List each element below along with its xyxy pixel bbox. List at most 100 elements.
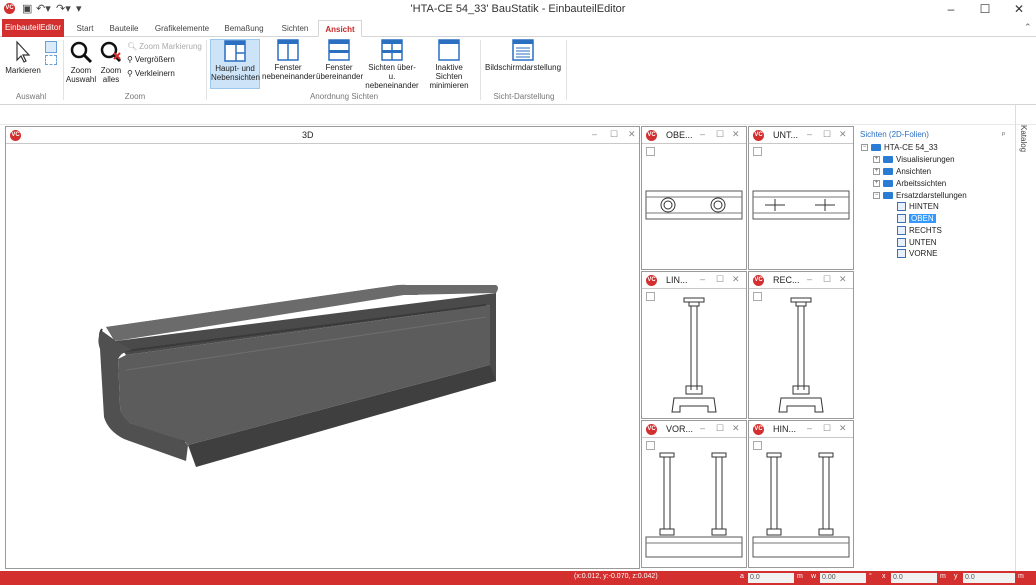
pane-links[interactable]: VC LIN... – ☐ ✕ (641, 271, 747, 419)
tree-sheet-label: RECHTS (909, 226, 942, 235)
pane-close-icon[interactable]: ✕ (628, 129, 636, 140)
tab-bemassung[interactable]: Bemaßung (220, 20, 268, 37)
tree-sheet-vorne[interactable]: VORNE (897, 249, 937, 258)
pane-minimize-icon[interactable]: – (807, 274, 812, 284)
pane-3d[interactable]: VC 3D – ☐ ✕ (5, 126, 640, 569)
pane-maximize-icon[interactable]: ☐ (716, 423, 724, 434)
title-bar: VC ▣ ↶▾ ↷▾ ▾ 'HTA-CE 54_33' BauStatik - … (0, 0, 1036, 18)
pane-unten[interactable]: VC UNT... – ☐ ✕ (748, 126, 854, 270)
field-y-input[interactable]: 0.0 (963, 573, 1015, 583)
expand-icon[interactable]: + (873, 180, 880, 187)
haupt-label-2: Nebensichten (211, 73, 260, 82)
tree-sheet-label: HINTEN (909, 202, 939, 211)
bildschirmdarstellung-button[interactable]: Bildschirmdarstellung (483, 39, 563, 89)
close-button[interactable]: ✕ (1002, 0, 1036, 18)
fenster-nebeneinander-button[interactable]: Fenster nebeneinander (262, 39, 316, 89)
pane-maximize-icon[interactable]: ☐ (823, 129, 831, 140)
pane-minimize-icon[interactable]: – (700, 423, 705, 433)
maximize-button[interactable]: ☐ (968, 0, 1002, 18)
pane-close-icon[interactable]: ✕ (839, 274, 847, 285)
zoom-alles-button[interactable]: Zoom alles (98, 40, 124, 88)
verkleinern-button[interactable]: ⚲ Verkleinern (127, 69, 175, 78)
coordinates-readout: (x:0.012, y:-0.070, z:0.042) (574, 573, 658, 580)
pane-logo-icon: VC (753, 424, 764, 435)
ribbon: Markieren Auswahl Zoom Auswahl Zoom alle… (0, 37, 1036, 105)
zoom-auswahl-label-2: Auswahl (65, 75, 97, 84)
minimize-button[interactable]: – (934, 0, 968, 18)
tree-sheet-unten[interactable]: UNTEN (897, 238, 937, 247)
tab-start[interactable]: Start (70, 20, 100, 37)
markieren-button[interactable]: Markieren (4, 40, 42, 88)
pin-icon[interactable]: ᵖ (1002, 130, 1005, 139)
pane-maximize-icon[interactable]: ☐ (610, 129, 618, 140)
zoom-alles-icon (100, 41, 122, 63)
tab-bauteile[interactable]: Bauteile (104, 20, 144, 37)
tab-ansicht[interactable]: Ansicht (318, 20, 362, 37)
sheet-icon (897, 238, 906, 247)
oben-drawing (645, 190, 743, 220)
collapse-ribbon-icon[interactable]: ⌃ (1024, 22, 1032, 33)
pane-maximize-icon[interactable]: ☐ (716, 129, 724, 140)
field-x-input[interactable]: 0.0 (891, 573, 937, 583)
fenster-uebereinander-button[interactable]: Fenster übereinander (316, 39, 363, 89)
pane-close-icon[interactable]: ✕ (839, 129, 847, 140)
pane-maximize-icon[interactable]: ☐ (823, 423, 831, 434)
tree-root[interactable]: − HTA-CE 54_33 (861, 143, 938, 152)
window-title: 'HTA-CE 54_33' BauStatik - EinbauteilEdi… (410, 3, 626, 15)
tree-sheet-hinten[interactable]: HINTEN (897, 202, 939, 211)
tab-sichten[interactable]: Sichten (274, 20, 316, 37)
collapse-icon[interactable]: − (873, 192, 880, 199)
folder-icon (883, 192, 893, 199)
pane-minimize-icon[interactable]: – (807, 129, 812, 139)
vergroessern-button[interactable]: ⚲ Vergrößern (127, 55, 175, 64)
tree-sheet-oben[interactable]: OBEN (897, 214, 936, 223)
pane-vorne-title: VOR... (666, 424, 694, 434)
sheet-icon (897, 226, 906, 235)
zoom-markierung-button[interactable]: 🔍︎ Zoom Markierung (127, 42, 202, 51)
select-area-icon[interactable] (45, 55, 57, 65)
pane-minimize-icon[interactable]: – (700, 129, 705, 139)
fenster-neben-label-2: nebeneinander (262, 72, 316, 81)
collapse-icon[interactable]: − (861, 144, 868, 151)
pane-maximize-icon[interactable]: ☐ (716, 274, 724, 285)
folder-icon (883, 180, 893, 187)
sichten-ueber-neben-button[interactable]: Sichten über- u. nebeneinander (364, 39, 420, 90)
pane-minimize-icon[interactable]: – (592, 129, 597, 139)
tree-folder-arbeitssichten[interactable]: + Arbeitssichten (873, 179, 946, 188)
pane-close-icon[interactable]: ✕ (732, 129, 740, 140)
sichten-ueber-neben-icon (381, 39, 403, 61)
cursor-icon (16, 40, 31, 63)
sheet-icon (897, 214, 906, 223)
field-a-input[interactable]: 0.0 (748, 573, 794, 583)
expand-icon[interactable]: + (873, 156, 880, 163)
pane-vorne[interactable]: VC VOR... – ☐ ✕ (641, 420, 747, 568)
tab-grafikelemente[interactable]: Grafikelemente (150, 20, 214, 37)
inaktive-sichten-icon (438, 39, 460, 61)
inaktive-sichten-button[interactable]: Inaktive Sichten minimieren (421, 39, 477, 90)
field-w-input[interactable]: 0.00 (820, 573, 866, 583)
field-a-label: a (740, 573, 744, 580)
katalog-sidebar[interactable]: Katalog (1015, 105, 1036, 571)
field-x-unit: m (940, 573, 946, 580)
zoom-auswahl-button[interactable]: Zoom Auswahl (64, 40, 98, 88)
pane-close-icon[interactable]: ✕ (732, 274, 740, 285)
tree-folder-label: Arbeitssichten (896, 179, 947, 188)
pane-minimize-icon[interactable]: – (700, 274, 705, 284)
pane-close-icon[interactable]: ✕ (732, 423, 740, 434)
tree-folder-visualisierungen[interactable]: + Visualisierungen (873, 155, 955, 164)
katalog-label[interactable]: Katalog (1019, 125, 1028, 152)
pane-hinten[interactable]: VC HIN... – ☐ ✕ (748, 420, 854, 568)
select-mode-icon[interactable] (45, 41, 57, 53)
pane-oben-title: OBE... (666, 130, 693, 140)
tree-folder-ersatzdarstellungen[interactable]: − Ersatzdarstellungen (873, 191, 967, 200)
tree-sheet-rechts[interactable]: RECHTS (897, 226, 942, 235)
pane-close-icon[interactable]: ✕ (839, 423, 847, 434)
pane-maximize-icon[interactable]: ☐ (823, 274, 831, 285)
pane-rechts[interactable]: VC REC... – ☐ ✕ (748, 271, 854, 419)
expand-icon[interactable]: + (873, 168, 880, 175)
haupt-nebensichten-button[interactable]: Haupt- und Nebensichten (210, 39, 260, 89)
pane-minimize-icon[interactable]: – (807, 423, 812, 433)
tree-folder-ansichten[interactable]: + Ansichten (873, 167, 931, 176)
tab-einbauteileditor[interactable]: EinbauteilEditor (2, 19, 64, 37)
pane-oben[interactable]: VC OBE... – ☐ ✕ (641, 126, 747, 270)
